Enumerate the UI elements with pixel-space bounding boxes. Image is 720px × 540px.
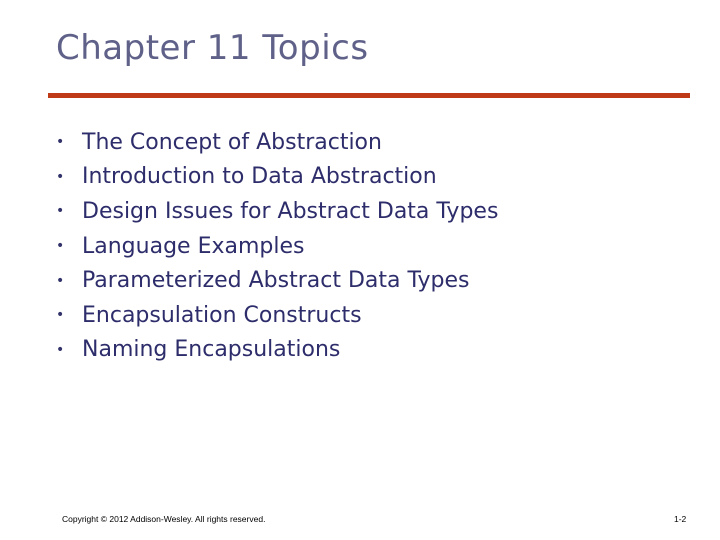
title-divider [48,93,690,98]
topic-list: • The Concept of Abstraction • Introductio… [56,125,498,367]
topic-text: Parameterized Abstract Data Types [82,268,470,294]
list-item: • Language Examples [56,229,498,264]
bullet-icon: • [56,134,65,151]
list-item: • Introduction to Data Abstraction [56,160,498,195]
bullet-icon: • [56,203,65,220]
page-number: 1-2 [674,514,687,524]
bullet-icon: • [56,272,65,289]
topic-text: The Concept of Abstraction [82,129,382,155]
bullet-icon: • [56,238,65,255]
copyright-footer: Copyright © 2012 Addison-Wesley. All rig… [62,514,266,524]
topic-text: Design Issues for Abstract Data Types [82,198,499,224]
bullet-icon: • [56,341,65,358]
list-item: • Naming Encapsulations [56,333,498,368]
list-item: • Parameterized Abstract Data Types [56,263,498,298]
topic-text: Introduction to Data Abstraction [82,164,437,190]
topic-text: Naming Encapsulations [82,337,341,363]
slide-title: Chapter 11 Topics [56,28,369,68]
list-item: • The Concept of Abstraction [56,125,498,160]
bullet-icon: • [56,307,65,324]
bullet-icon: • [56,168,65,185]
topic-text: Encapsulation Constructs [82,302,362,328]
topic-text: Language Examples [82,233,305,259]
list-item: • Encapsulation Constructs [56,298,498,333]
list-item: • Design Issues for Abstract Data Types [56,194,498,229]
